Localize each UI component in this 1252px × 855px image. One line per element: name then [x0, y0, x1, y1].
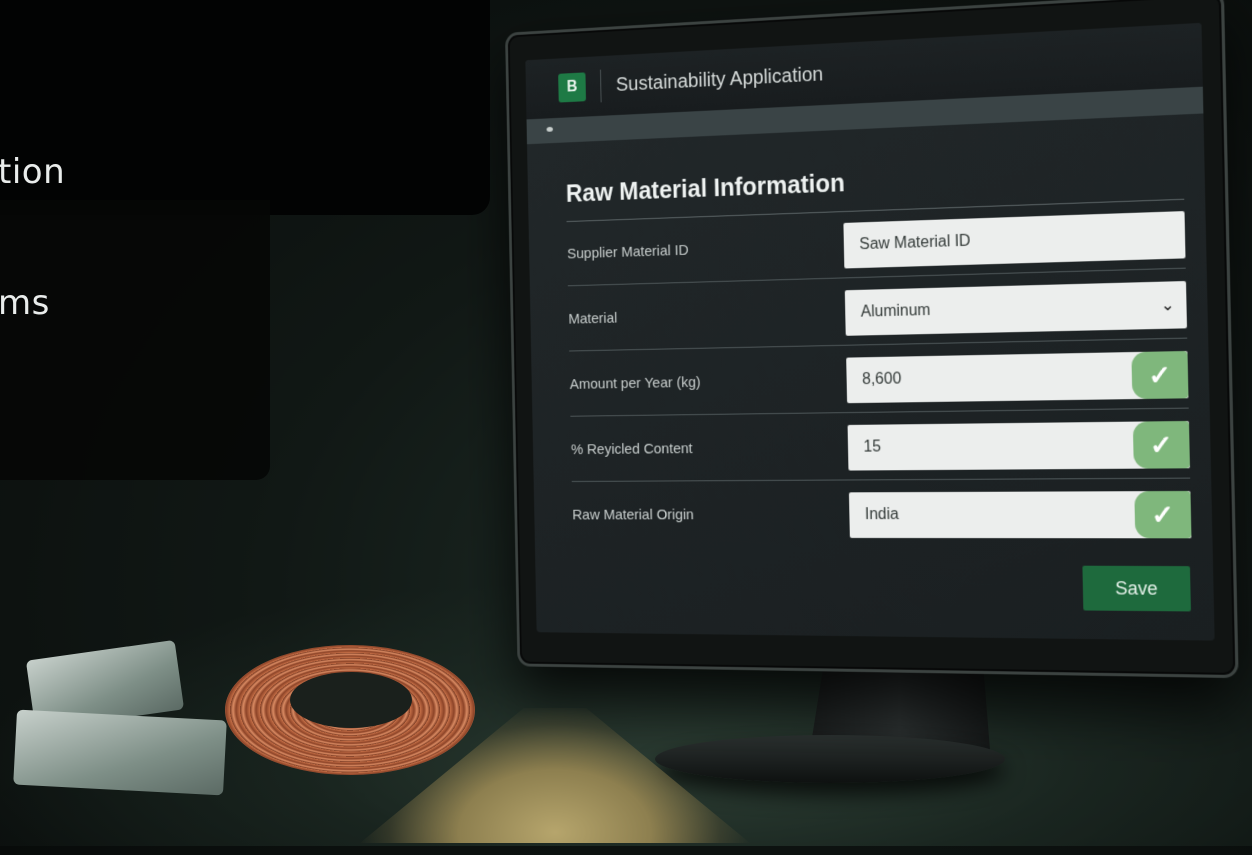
material-select[interactable]: Aluminum ⌄	[844, 281, 1188, 336]
check-icon: ✓	[1131, 350, 1189, 400]
form-row-amount-per-year: Amount per Year (kg) 8,600 ✓	[569, 341, 1189, 417]
form-row-raw-material-origin: Raw Material Origin India ✓	[572, 481, 1192, 549]
back-icon[interactable]	[546, 126, 553, 132]
side-text-line-2: ms	[0, 283, 50, 323]
raw-material-origin-input[interactable]: India ✓	[848, 490, 1192, 539]
field-value: 8,600	[861, 370, 902, 389]
dark-backdrop-panel	[0, 0, 490, 215]
field-label: % Reyicled Content	[570, 440, 693, 458]
supplier-material-id-input[interactable]: Saw Material ID	[843, 211, 1186, 269]
metal-ingot-bottom	[13, 709, 227, 796]
chevron-down-icon[interactable]: ⌄	[1155, 295, 1180, 316]
recycled-content-input[interactable]: 15 ✓	[847, 420, 1190, 471]
field-value: India	[864, 506, 900, 524]
field-label: Raw Material Origin	[572, 506, 695, 524]
save-button[interactable]: Save	[1082, 565, 1191, 612]
amount-per-year-input[interactable]: 8,600 ✓	[846, 350, 1189, 404]
monitor-screen: B Sustainability Application Raw Materia…	[525, 22, 1215, 641]
form-row-recycled-content: % Reyicled Content 15 ✓	[570, 411, 1191, 482]
field-value: Saw Material ID	[859, 232, 971, 254]
app-title: Sustainability Application	[615, 63, 824, 96]
field-label: Amount per Year (kg)	[569, 374, 701, 393]
section-title: Raw Material Information	[565, 169, 846, 208]
monitor-stand-base	[655, 735, 1005, 783]
field-value: Aluminum	[860, 301, 931, 321]
side-text-line-1: tion	[0, 152, 66, 192]
header-divider	[600, 69, 602, 103]
field-value: 15	[863, 438, 882, 456]
check-icon: ✓	[1134, 490, 1192, 539]
monitor: B Sustainability Application Raw Materia…	[505, 0, 1239, 679]
field-label: Supplier Material ID	[567, 241, 689, 263]
app-logo-icon[interactable]: B	[558, 72, 587, 103]
check-icon: ✓	[1132, 420, 1190, 469]
copper-coil-center	[290, 672, 412, 728]
dark-backdrop-panel-lower	[0, 200, 270, 480]
field-label: Material	[568, 309, 618, 328]
